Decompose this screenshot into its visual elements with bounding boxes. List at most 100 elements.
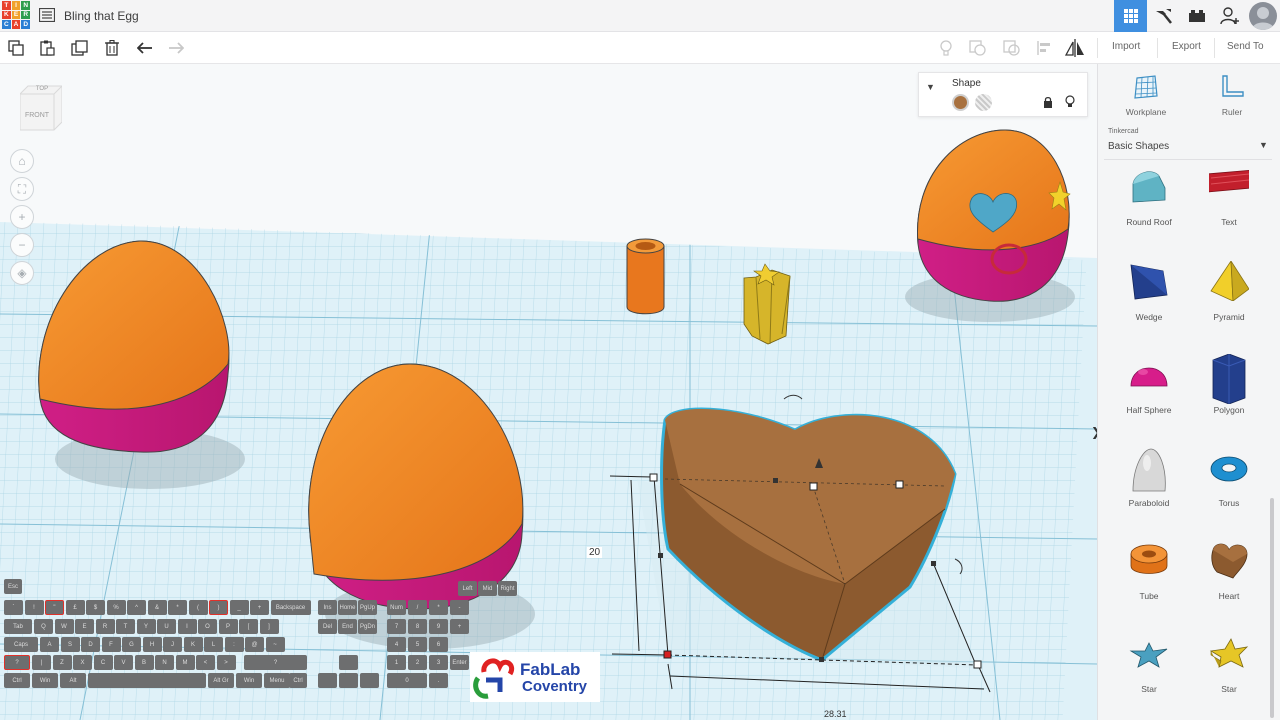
workspace-canvas[interactable]: TOP FRONT ⌂ ⛶ + − ◈ ▼ Shape ❯ 20 28.31 xyxy=(0,64,1097,720)
keyboard-key: M xyxy=(175,655,195,670)
import-button[interactable]: Import xyxy=(1112,41,1140,52)
pyramid-icon xyxy=(1210,261,1249,301)
shape-pyramid[interactable]: Pyramid xyxy=(1189,261,1269,351)
copy-button[interactable] xyxy=(6,38,26,58)
shape-tube[interactable]: Tube xyxy=(1109,540,1189,630)
add-user-button[interactable] xyxy=(1213,0,1246,32)
keyboard-key: " xyxy=(45,600,64,615)
solid-color-button[interactable] xyxy=(952,94,969,111)
keyboard-key: F xyxy=(101,637,121,652)
delete-button[interactable] xyxy=(102,38,122,58)
keyboard-key: N xyxy=(155,655,174,670)
design-list-icon[interactable] xyxy=(39,8,55,22)
duplicate-button[interactable] xyxy=(70,38,90,58)
redo-icon xyxy=(169,42,184,54)
minus-icon: − xyxy=(18,238,26,252)
shape-torus[interactable]: Torus xyxy=(1189,447,1269,537)
design-title[interactable]: Bling that Egg xyxy=(64,9,139,23)
shape-library-select[interactable]: Tinkercad Basic Shapes ▼ xyxy=(1104,122,1272,160)
avatar[interactable] xyxy=(1249,2,1277,30)
home-view-button[interactable]: ⌂ xyxy=(10,149,34,173)
ortho-view-button[interactable]: ◈ xyxy=(10,261,34,285)
logo-letter: E xyxy=(11,10,21,20)
keyboard-key: B xyxy=(134,655,154,670)
hole-button[interactable] xyxy=(975,94,992,111)
zoom-in-button[interactable]: + xyxy=(10,205,34,229)
keyboard-key: % xyxy=(106,600,126,615)
shape-label: Wedge xyxy=(1135,312,1163,322)
send-to-button[interactable]: Send To xyxy=(1227,41,1264,52)
fablab-logo-icon xyxy=(473,658,515,699)
paste-button[interactable] xyxy=(37,38,57,58)
keyboard-key: Tab xyxy=(4,619,32,634)
shape-text[interactable]: Text xyxy=(1189,168,1269,256)
tinkercad-logo[interactable]: TIN KER CAD xyxy=(2,1,30,29)
keyboard-key: : xyxy=(224,637,244,652)
keyboard-key: H xyxy=(142,637,162,652)
blocks-view-button[interactable] xyxy=(1147,0,1180,32)
fablab-watermark: FabLab Coventry xyxy=(470,652,600,702)
lock-icon[interactable] xyxy=(1043,96,1053,108)
orange-tube[interactable] xyxy=(626,238,665,315)
keyboard-key: Alt Gr xyxy=(208,673,234,688)
ungroup-button[interactable] xyxy=(1002,38,1022,58)
keyboard-key: Ctrl xyxy=(289,673,307,688)
arrow-key xyxy=(339,673,358,688)
shape-star-alt[interactable]: Star xyxy=(1189,633,1269,720)
redo-button[interactable] xyxy=(166,38,186,58)
keyboard-key: Menu xyxy=(264,673,290,688)
fit-view-button[interactable]: ⛶ xyxy=(10,177,34,201)
add-user-icon xyxy=(1219,7,1239,25)
shapes-sidebar: Workplane Ruler Tinkercad Basic Shapes ▼… xyxy=(1097,64,1280,720)
height-dimension-input[interactable]: 20 xyxy=(587,547,603,558)
shape-wedge[interactable]: Wedge xyxy=(1109,261,1189,351)
shape-label: Text xyxy=(1221,217,1237,227)
keyboard-key: V xyxy=(114,655,133,670)
shape-heart[interactable]: Heart xyxy=(1189,540,1269,630)
toolbar-divider xyxy=(1157,38,1158,58)
collapse-icon[interactable]: ▼ xyxy=(926,82,935,92)
keyboard-key xyxy=(88,673,206,688)
shape-half-sphere[interactable]: Half Sphere xyxy=(1109,354,1189,444)
zoom-out-button[interactable]: − xyxy=(10,233,34,257)
library-name: Basic Shapes xyxy=(1108,141,1170,152)
bricks-view-button[interactable] xyxy=(1180,0,1213,32)
sidebar-scrollbar[interactable] xyxy=(1270,498,1274,718)
keyboard-key: Y xyxy=(136,619,156,634)
keyboard-key: Del xyxy=(318,619,337,634)
undo-icon xyxy=(137,42,152,54)
toolbar-divider xyxy=(1097,38,1098,58)
shape-paraboloid[interactable]: Paraboloid xyxy=(1109,447,1189,537)
view-cube[interactable]: TOP FRONT xyxy=(19,82,63,134)
logo-letter: T xyxy=(2,1,11,10)
shape-star[interactable]: Star xyxy=(1109,633,1189,720)
hammer-icon xyxy=(1155,9,1172,24)
heart-shape-selected[interactable] xyxy=(637,407,976,668)
group-button[interactable] xyxy=(968,38,988,58)
width-dimension-label[interactable]: 28.31 xyxy=(824,709,847,719)
shape-label: Polygon xyxy=(1213,405,1245,415)
mirror-button[interactable] xyxy=(1065,38,1085,58)
home-icon: ⌂ xyxy=(18,154,26,168)
3d-design-view-button[interactable] xyxy=(1114,0,1147,32)
fablab-city: Coventry xyxy=(522,678,588,695)
keyboard-key: & xyxy=(147,600,167,615)
workplane-tool[interactable]: Workplane xyxy=(1106,70,1186,120)
logo-letter: A xyxy=(11,20,21,29)
undo-button[interactable] xyxy=(135,38,155,58)
tube-icon xyxy=(1130,544,1168,574)
shape-polygon[interactable]: Polygon xyxy=(1189,354,1269,444)
notes-button[interactable] xyxy=(936,38,956,58)
half-sphere-icon xyxy=(1130,367,1168,387)
export-button[interactable]: Export xyxy=(1172,41,1201,52)
shape-round-roof[interactable]: Round Roof xyxy=(1109,168,1189,256)
fit-icon: ⛶ xyxy=(17,181,27,196)
egg-decorated[interactable] xyxy=(917,129,1071,302)
lightbulb-icon[interactable] xyxy=(1065,95,1075,108)
keyboard-key: U xyxy=(157,619,176,634)
keyboard-key: Mid xyxy=(478,581,497,596)
workplane-icon xyxy=(1134,75,1158,99)
keyboard-key: P xyxy=(218,619,238,634)
ruler-tool[interactable]: Ruler xyxy=(1192,70,1272,120)
align-button[interactable] xyxy=(1034,38,1054,58)
